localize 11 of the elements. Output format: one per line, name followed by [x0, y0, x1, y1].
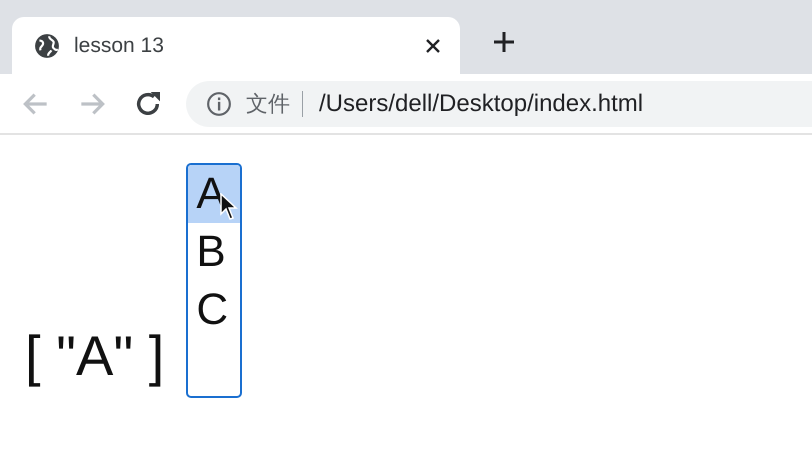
url-text: /Users/dell/Desktop/index.html	[319, 88, 644, 118]
security-label: 文件	[246, 90, 290, 118]
info-icon	[206, 90, 232, 116]
address-bar[interactable]: 文件 /Users/dell/Desktop/index.html	[186, 80, 812, 126]
cursor-icon	[220, 193, 238, 221]
browser-tab[interactable]: lesson 13	[12, 17, 460, 74]
globe-icon	[34, 32, 60, 58]
close-tab-button[interactable]	[424, 36, 442, 54]
tab-title: lesson 13	[74, 32, 164, 59]
listbox-option[interactable]: B	[188, 223, 240, 281]
listbox-option[interactable]: C	[188, 281, 240, 339]
